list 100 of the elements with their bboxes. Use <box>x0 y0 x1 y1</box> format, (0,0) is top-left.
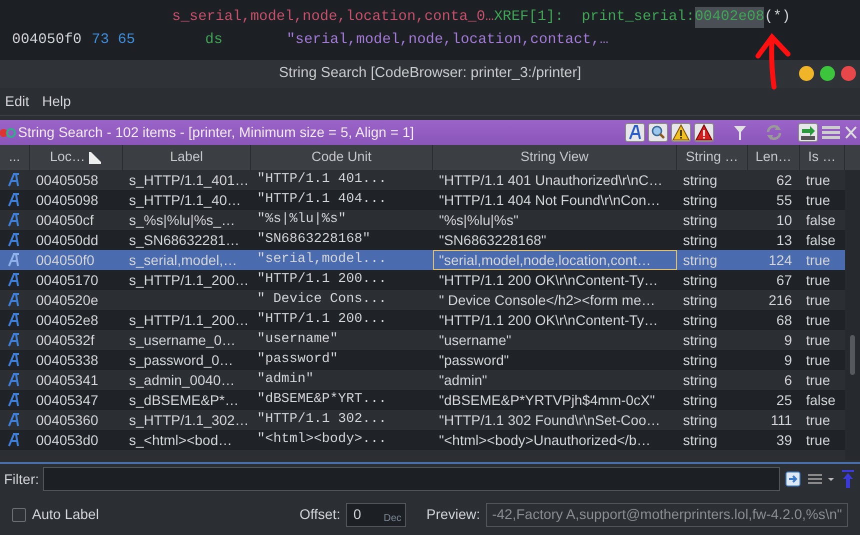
table-cell-text: "HTTP/1.1 200 OK\r\nContent-Ty… <box>439 270 658 290</box>
table-cell-text: 6 <box>784 370 792 390</box>
table-row[interactable]: 004050dd s_SN68632281… "SN6863228168" "SN6863228168" string 13 false <box>0 230 845 250</box>
checkbox[interactable] <box>12 508 26 522</box>
string-icon[interactable] <box>625 123 645 142</box>
filter-label: Filter: <box>4 470 39 488</box>
table-cell-text: "HTTP/1.1 302 Found\r\nSet-Coo… <box>439 410 660 430</box>
table-cell-text: string <box>683 390 718 410</box>
preview-label: Preview: <box>426 505 480 524</box>
menu-item[interactable]: Help <box>37 91 79 112</box>
filter-clear-icon[interactable] <box>784 470 802 488</box>
offset-label: Offset: <box>299 505 340 524</box>
table-cell-text: true <box>806 310 830 330</box>
table-cell-text: "SN6863228168" <box>439 230 546 250</box>
string-icon <box>6 372 22 388</box>
table-cell-text: string <box>683 350 718 370</box>
xref-label: XREF[1]: <box>494 8 564 27</box>
close-button[interactable] <box>841 66 856 81</box>
table-cell-text: false <box>806 390 836 410</box>
table-cell-text: 216 <box>768 290 792 310</box>
table-cell-text: "<html><body>Unauthorized</b… <box>439 430 651 450</box>
table-cell-text: true <box>806 370 830 390</box>
table-row[interactable]: 00405170 s_HTTP/1.1_200… "HTTP/1.1 200... "HTTP/1.1 200 OK\r\nContent-Ty… string 67 true <box>0 270 845 290</box>
table-cell-text: s_<html><bod… <box>129 430 232 450</box>
operand: "serial,model,node,location,contact,… <box>286 30 608 50</box>
minimize-button[interactable] <box>799 66 814 81</box>
table-row[interactable]: 00405098 s_HTTP/1.1_40… "HTTP/1.1 404... "HTTP/1.1 404 Not Found\r\nCon… string 55 true <box>0 190 845 210</box>
table-cell-text: "HTTP/1.1 404 Not Found\r\nCon… <box>439 190 660 210</box>
menu-icon[interactable] <box>821 123 841 142</box>
table-cell-text: string <box>683 270 718 290</box>
scrollbar-thumb[interactable] <box>850 335 855 375</box>
xref-function: print_serial: <box>582 8 695 27</box>
table-cell-text: string <box>683 410 718 430</box>
string-icon <box>6 312 22 328</box>
table-row[interactable]: 004053d0 s_<html><bod… "<html><body>... "<html><body>Unauthorized</b… string 39 true <box>0 430 845 450</box>
filter-field[interactable] <box>43 467 780 491</box>
table-row[interactable]: 004050f0 s_serial,model,… "serial,model... "serial,model,node,location,cont… string 124 true <box>0 250 845 270</box>
table-cell-text: "password" <box>439 350 509 370</box>
table-cell-text: string <box>683 190 718 210</box>
warning-icon[interactable] <box>671 123 691 142</box>
table-cell-text: string <box>683 170 718 190</box>
maximize-button[interactable] <box>820 66 835 81</box>
search-icon[interactable] <box>648 123 668 142</box>
table-cell-text: 004052e8 <box>36 310 98 330</box>
table-cell-text: 004050cf <box>36 210 94 230</box>
table-cell-text: "serial,model,node,location,cont… <box>439 250 651 270</box>
table-cell-text: string <box>683 330 718 350</box>
error-icon[interactable] <box>694 123 714 142</box>
export-icon[interactable] <box>798 123 818 142</box>
table-cell-text: "dBSEME&P*YRT... <box>257 390 387 409</box>
preview-field[interactable]: -42,Factory A,support@motherprinters.lol,fw-4.2.0,%s\n" <box>486 502 848 526</box>
table-cell-text: 00405058 <box>36 170 98 190</box>
string-icon <box>6 412 22 428</box>
string-icon <box>6 172 22 188</box>
strings-icon <box>0 128 16 138</box>
menu-item[interactable]: Edit <box>0 91 38 112</box>
table-row[interactable]: 00405338 s_password_0… "password" "password" string 9 true <box>0 350 845 370</box>
table-cell-text: string <box>683 230 718 250</box>
string-icon <box>6 332 22 348</box>
offset-field[interactable]: 0 Dec <box>346 502 406 526</box>
table-cell-text: true <box>806 170 830 190</box>
table-cell-text: string <box>683 370 718 390</box>
table-cell-text: string <box>683 430 718 450</box>
table-cell-text: false <box>806 230 836 250</box>
table-cell-text: "admin" <box>439 370 488 390</box>
filter-icon[interactable] <box>732 123 748 142</box>
table-cell-text: 55 <box>776 190 792 210</box>
table-cell-text: 68 <box>776 310 792 330</box>
table-cell-text: 62 <box>776 170 792 190</box>
table-cell-text: 111 <box>770 410 792 430</box>
table-cell-text: "dBSEME&P*YRTVPjh$4mm-0cX" <box>439 390 655 410</box>
string-icon <box>6 352 22 368</box>
table-cell-text: "HTTP/1.1 302... <box>257 410 387 429</box>
table-cell-text: 00405098 <box>36 190 98 210</box>
table-cell-text: false <box>806 210 836 230</box>
table-cell-text: "username" <box>257 330 338 349</box>
table-cell-text: "serial,model... <box>257 250 387 269</box>
table-cell-text: "HTTP/1.1 404... <box>257 190 387 209</box>
checkbox-label: Auto Label <box>32 505 99 524</box>
table-cell-text: "HTTP/1.1 200 OK\r\nContent-Ty… <box>439 310 658 330</box>
table-cell-text: s_HTTP/1.1_401… <box>129 170 249 190</box>
string-icon <box>6 212 22 228</box>
table-cell-text: "%s|%lu|%s" <box>257 210 346 229</box>
table-cell-text: true <box>806 290 830 310</box>
table-cell-text: " Device Console</h2><form me… <box>439 290 656 310</box>
table-cell-text: s_username_0… <box>129 330 236 350</box>
table-cell-text: true <box>806 250 830 270</box>
table-cell-text: true <box>806 330 830 350</box>
table-row[interactable]: 004052e8 s_HTTP/1.1_200… "HTTP/1.1 200... "HTTP/1.1 200 OK\r\nContent-Ty… string 68 true <box>0 310 845 330</box>
string-icon <box>6 292 22 308</box>
table-cell-text: "HTTP/1.1 200... <box>257 270 387 289</box>
string-icon <box>6 392 22 408</box>
table-cell-text: "%s|%lu|%s" <box>439 210 518 230</box>
string-icon <box>6 432 22 448</box>
table-cell-text: 00405347 <box>36 390 98 410</box>
table-cell-text: 10 <box>776 210 792 230</box>
table-row[interactable]: 00405347 s_dBSEME&P*… "dBSEME&P*YRT... "dBSEME&P*YRTVPjh$4mm-0cX" string 25 false <box>0 390 845 410</box>
table-cell-text: s_HTTP/1.1_302… <box>129 410 249 430</box>
table-cell-text: "HTTP/1.1 401... <box>257 170 387 189</box>
table-cell-text: " Device Cons... <box>257 290 387 309</box>
